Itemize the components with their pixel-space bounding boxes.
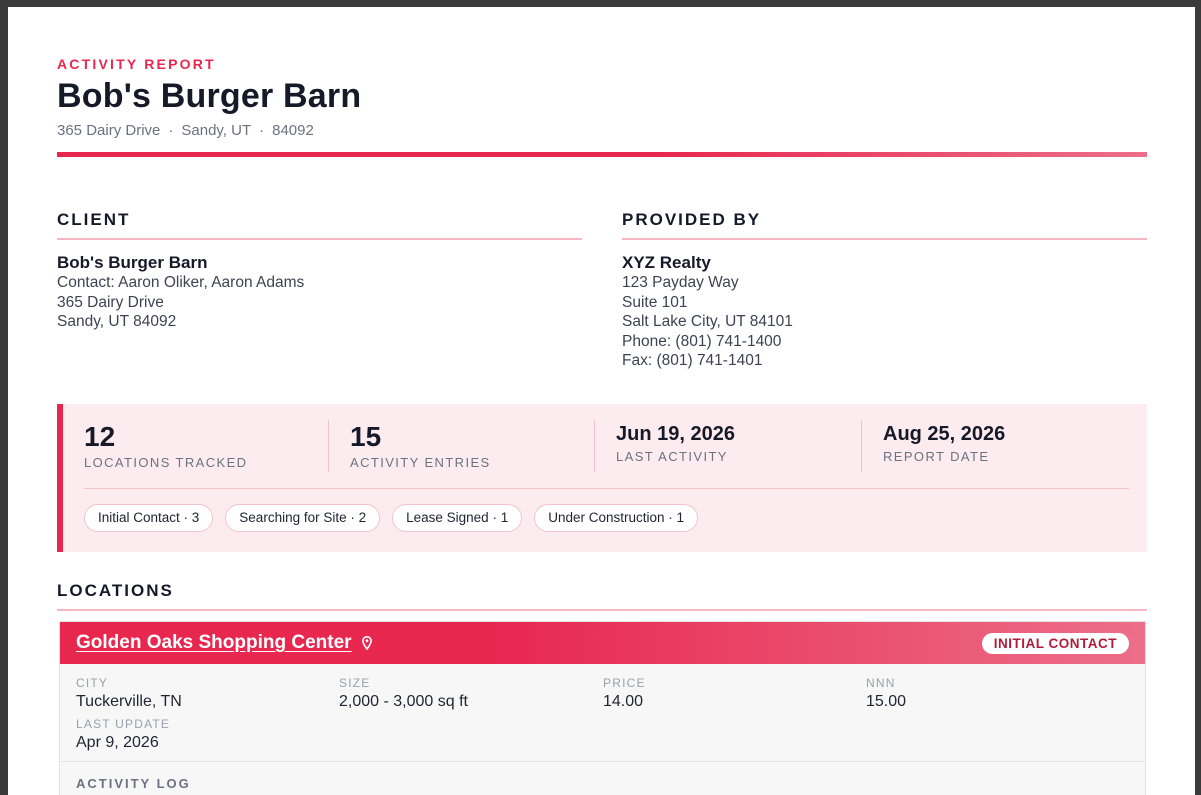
- stat-divider: [328, 420, 329, 472]
- provider-heading: PROVIDED BY: [622, 210, 1147, 240]
- provider-suite: Suite 101: [622, 293, 688, 311]
- field-value: 2,000 - 3,000 sq ft: [339, 693, 468, 710]
- stat-label: LOCATIONS TRACKED: [84, 455, 248, 470]
- status-chip-initial-contact: Initial Contact · 3: [84, 504, 214, 532]
- address-separator: ·: [168, 122, 174, 139]
- location-card-header: Golden Oaks Shopping Center INITIAL CONT…: [60, 622, 1145, 664]
- summary-stats-panel: 12 LOCATIONS TRACKED 15 ACTIVITY ENTRIES…: [57, 404, 1147, 552]
- provider-name: XYZ Realty: [622, 253, 711, 272]
- stat-label: REPORT DATE: [883, 449, 990, 464]
- stat-label: LAST ACTIVITY: [616, 449, 728, 464]
- client-contact: Contact: Aaron Oliker, Aaron Adams: [57, 274, 305, 291]
- address-city-state: Sandy, UT: [181, 122, 252, 139]
- field-last-update: LAST UPDATE Apr 9, 2026: [76, 717, 170, 753]
- address-zip: 84092: [272, 122, 314, 139]
- address-separator: ·: [259, 122, 265, 139]
- activity-log-heading: ACTIVITY LOG: [76, 776, 191, 791]
- report-eyebrow: ACTIVITY REPORT: [57, 56, 216, 72]
- field-value: 14.00: [603, 693, 644, 710]
- provider-city: Salt Lake City, UT 84101: [622, 313, 793, 331]
- client-name: Bob's Burger Barn: [57, 253, 208, 272]
- field-label: CITY: [76, 676, 109, 690]
- page-title: Bob's Burger Barn: [57, 77, 362, 115]
- provider-fax: Fax: (801) 741-1401: [622, 352, 763, 370]
- location-card: Golden Oaks Shopping Center INITIAL CONT…: [59, 621, 1146, 795]
- field-label: PRICE: [603, 676, 646, 690]
- locations-section: LOCATIONS: [57, 581, 1147, 611]
- stats-divider-rule: [84, 488, 1129, 489]
- location-details: CITY Tuckerville, TN SIZE 2,000 - 3,000 …: [60, 664, 1145, 762]
- provider-street: 123 Payday Way: [622, 274, 739, 291]
- address-street: 365 Dairy Drive: [57, 122, 161, 139]
- provider-phone: Phone: (801) 741-1400: [622, 332, 782, 350]
- map-pin-icon[interactable]: [361, 635, 372, 651]
- status-chip-lease-signed: Lease Signed · 1: [392, 504, 523, 532]
- stat-last-activity: Jun 19, 2026 LAST ACTIVITY: [616, 420, 856, 465]
- field-price: PRICE 14.00: [603, 676, 646, 712]
- stat-value: 15: [350, 421, 382, 452]
- location-title: Golden Oaks Shopping Center: [76, 632, 372, 654]
- report-page: ACTIVITY REPORT Bob's Burger Barn 365 Da…: [8, 7, 1195, 795]
- stat-value: 12: [84, 421, 116, 452]
- field-label: SIZE: [339, 676, 371, 690]
- locations-heading: LOCATIONS: [57, 581, 1147, 611]
- field-value: 15.00: [866, 693, 907, 710]
- status-chip-searching-for-site: Searching for Site · 2: [225, 504, 381, 532]
- location-status-badge: INITIAL CONTACT: [981, 632, 1129, 654]
- header-address: 365 Dairy Drive · Sandy, UT · 84092: [57, 122, 1147, 140]
- stat-locations-tracked: 12 LOCATIONS TRACKED: [84, 420, 324, 471]
- stat-report-date: Aug 25, 2026 REPORT DATE: [883, 420, 1123, 465]
- report-header: ACTIVITY REPORT Bob's Burger Barn 365 Da…: [57, 56, 1147, 140]
- stat-value: Jun 19, 2026: [616, 423, 735, 445]
- stat-divider: [594, 420, 595, 472]
- field-value: Tuckerville, TN: [76, 693, 182, 710]
- client-heading: CLIENT: [57, 210, 582, 240]
- client-city: Sandy, UT 84092: [57, 313, 177, 331]
- field-label: NNN: [866, 676, 896, 690]
- client-section: CLIENT Bob's Burger Barn Contact: Aaron …: [57, 210, 582, 332]
- status-chip-under-construction: Under Construction · 1: [534, 504, 699, 532]
- header-accent-bar: [57, 152, 1147, 157]
- stat-label: ACTIVITY ENTRIES: [350, 455, 491, 470]
- stat-divider: [861, 420, 862, 472]
- field-label: LAST UPDATE: [76, 717, 171, 731]
- stat-activity-entries: 15 ACTIVITY ENTRIES: [350, 420, 590, 471]
- status-chip-list: Initial Contact · 3 Searching for Site ·…: [84, 504, 699, 532]
- provider-section: PROVIDED BY XYZ Realty 123 Payday Way Su…: [622, 210, 1147, 371]
- location-name-link[interactable]: Golden Oaks Shopping Center: [76, 632, 352, 654]
- field-nnn: NNN 15.00: [866, 676, 906, 712]
- field-value: Apr 9, 2026: [76, 734, 159, 751]
- client-street: 365 Dairy Drive: [57, 293, 164, 311]
- field-city: CITY Tuckerville, TN: [76, 676, 182, 712]
- field-size: SIZE 2,000 - 3,000 sq ft: [339, 676, 468, 712]
- stat-value: Aug 25, 2026: [883, 423, 1006, 445]
